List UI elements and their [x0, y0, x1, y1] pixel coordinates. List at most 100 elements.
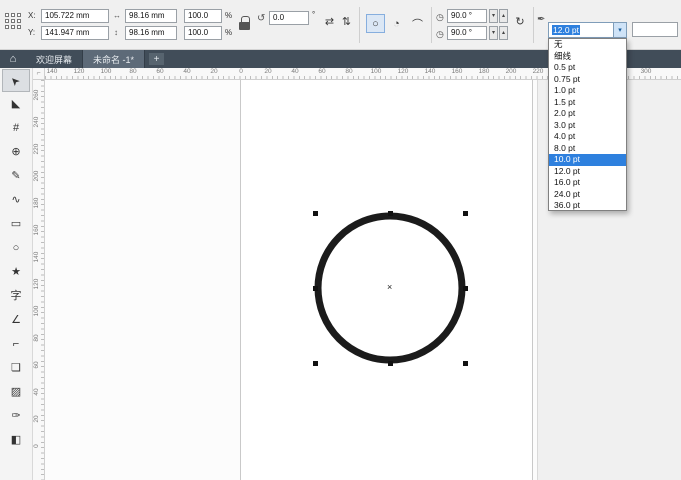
- eyedropper-tool[interactable]: ✑: [2, 405, 30, 428]
- selection-handle[interactable]: [463, 361, 468, 366]
- outline-style-selector[interactable]: [632, 22, 678, 37]
- ruler-h-label: 20: [205, 68, 223, 75]
- scale-y-percent-label: %: [225, 28, 232, 37]
- change-direction-button[interactable]: ↻: [512, 13, 528, 30]
- zoom-tool-icon: ⊕: [11, 147, 20, 158]
- dimension-tool-icon: ∠: [11, 315, 21, 326]
- ruler-v-label: 260: [33, 85, 43, 105]
- selection-handle[interactable]: [388, 361, 393, 366]
- tab-untitled-document[interactable]: 未命名 -1*: [83, 50, 145, 68]
- zoom-tool[interactable]: ⊕: [2, 141, 30, 164]
- start-angle-field[interactable]: 90.0 °: [447, 9, 487, 23]
- crop-tool-icon: #: [13, 123, 19, 134]
- lock-ratio-icon[interactable]: [239, 15, 251, 31]
- scale-x-field[interactable]: 100.0: [184, 9, 222, 23]
- y-position-field[interactable]: 141.947 mm: [41, 26, 109, 40]
- outline-width-option[interactable]: 8.0 pt: [549, 143, 626, 155]
- selection-handle[interactable]: [388, 211, 393, 216]
- outline-width-option[interactable]: 0.5 pt: [549, 62, 626, 74]
- start-angle-spin-down[interactable]: ▾: [489, 9, 498, 23]
- outline-width-option[interactable]: 12.0 pt: [549, 166, 626, 178]
- outline-width-option[interactable]: 3.0 pt: [549, 120, 626, 132]
- ruler-h-label: 120: [394, 68, 412, 75]
- pick-tool[interactable]: ➤: [2, 69, 30, 92]
- transparency-tool-icon: ▨: [11, 387, 21, 398]
- polygon-tool[interactable]: ★: [2, 261, 30, 284]
- start-angle-spin-up[interactable]: ▴: [499, 9, 508, 23]
- ruler-v-label: 220: [33, 139, 43, 159]
- transparency-tool[interactable]: ▨: [2, 381, 30, 404]
- tab-welcome-screen[interactable]: 欢迎屏幕: [26, 50, 83, 68]
- rotation-degree-label: °: [312, 10, 315, 19]
- outline-width-option[interactable]: 无: [549, 39, 626, 51]
- object-width-field[interactable]: 98.16 mm: [125, 9, 177, 23]
- outline-width-combo[interactable]: 12.0 pt ▾: [548, 22, 627, 38]
- y-label: Y:: [28, 28, 35, 37]
- crop-tool[interactable]: #: [2, 117, 30, 140]
- ruler-h-label: 100: [97, 68, 115, 75]
- outline-width-option[interactable]: 10.0 pt: [549, 154, 626, 166]
- ruler-origin-corner[interactable]: ⌐: [33, 68, 45, 80]
- selection-handle[interactable]: [313, 211, 318, 216]
- x-position-field[interactable]: 105.722 mm: [41, 9, 109, 23]
- interactive-fill-tool-icon: ◧: [11, 435, 21, 446]
- outline-width-dropdown-list[interactable]: 无细线0.5 pt0.75 pt1.0 pt1.5 pt2.0 pt3.0 pt…: [548, 38, 627, 211]
- ruler-h-label: 60: [151, 68, 169, 75]
- outline-width-option[interactable]: 0.75 pt: [549, 74, 626, 86]
- outline-width-option[interactable]: 36.0 pt: [549, 200, 626, 211]
- ruler-h-label: 220: [529, 68, 547, 75]
- pie-mode-button[interactable]: ◔: [387, 14, 406, 33]
- selection-handle[interactable]: [313, 286, 318, 291]
- app-window: X: 105.722 mm Y: 141.947 mm ↔ 98.16 mm ↕…: [0, 0, 681, 480]
- outline-width-option[interactable]: 1.5 pt: [549, 97, 626, 109]
- interactive-fill-tool[interactable]: ◧: [2, 429, 30, 452]
- selection-handle[interactable]: [313, 361, 318, 366]
- ruler-v-label: 180: [33, 193, 43, 213]
- ruler-v-label: 40: [33, 382, 43, 402]
- object-height-field[interactable]: 98.16 mm: [125, 26, 177, 40]
- connector-tool[interactable]: ⌐: [2, 333, 30, 356]
- scale-y-field[interactable]: 100.0: [184, 26, 222, 40]
- dimension-tool[interactable]: ∠: [2, 309, 30, 332]
- freehand-tool[interactable]: ✎: [2, 165, 30, 188]
- pick-tool-icon: ➤: [9, 73, 23, 87]
- ruler-h-label: 80: [340, 68, 358, 75]
- shape-tool[interactable]: ◣: [2, 93, 30, 116]
- selection-handle[interactable]: [463, 286, 468, 291]
- separator: [533, 7, 534, 43]
- separator: [431, 7, 432, 43]
- artistic-media-tool[interactable]: ∿: [2, 189, 30, 212]
- arc-mode-button[interactable]: ⌒: [408, 14, 427, 33]
- rotation-angle-field[interactable]: 0.0: [269, 11, 309, 25]
- ruler-vertical[interactable]: 260240220200180160140120100806040200: [33, 80, 45, 480]
- ruler-h-label: 0: [232, 68, 250, 75]
- drop-shadow-tool[interactable]: ❏: [2, 357, 30, 380]
- ruler-h-label: 140: [421, 68, 439, 75]
- text-tool[interactable]: 字: [2, 285, 30, 308]
- outline-pen-icon: ✒: [537, 15, 545, 25]
- end-angle-field[interactable]: 90.0 °: [447, 26, 487, 40]
- mirror-horizontal-button[interactable]: ⇄: [322, 13, 337, 29]
- ellipse-tool[interactable]: ○: [2, 237, 30, 260]
- outline-width-option[interactable]: 2.0 pt: [549, 108, 626, 120]
- end-angle-spin-down[interactable]: ▾: [489, 26, 498, 40]
- outline-width-option[interactable]: 16.0 pt: [549, 177, 626, 189]
- ellipse-mode-button[interactable]: ○: [366, 14, 385, 33]
- combo-dropdown-arrow-icon[interactable]: ▾: [613, 23, 626, 37]
- outline-width-option[interactable]: 4.0 pt: [549, 131, 626, 143]
- anchor-point-selector-icon[interactable]: [5, 13, 23, 37]
- start-angle-icon: ◷: [436, 12, 444, 22]
- outline-width-option[interactable]: 1.0 pt: [549, 85, 626, 97]
- ruler-h-label: 40: [178, 68, 196, 75]
- ruler-h-label: 120: [70, 68, 88, 75]
- home-icon[interactable]: ⌂: [0, 50, 26, 68]
- rectangle-tool[interactable]: ▭: [2, 213, 30, 236]
- end-angle-spin-up[interactable]: ▴: [499, 26, 508, 40]
- outline-width-option[interactable]: 24.0 pt: [549, 189, 626, 201]
- selection-handle[interactable]: [463, 211, 468, 216]
- ruler-h-label: 200: [502, 68, 520, 75]
- mirror-vertical-button[interactable]: ⇅: [339, 13, 354, 29]
- ruler-v-label: 20: [33, 409, 43, 429]
- outline-width-option[interactable]: 细线: [549, 51, 626, 63]
- new-document-tab-button[interactable]: +: [149, 53, 164, 65]
